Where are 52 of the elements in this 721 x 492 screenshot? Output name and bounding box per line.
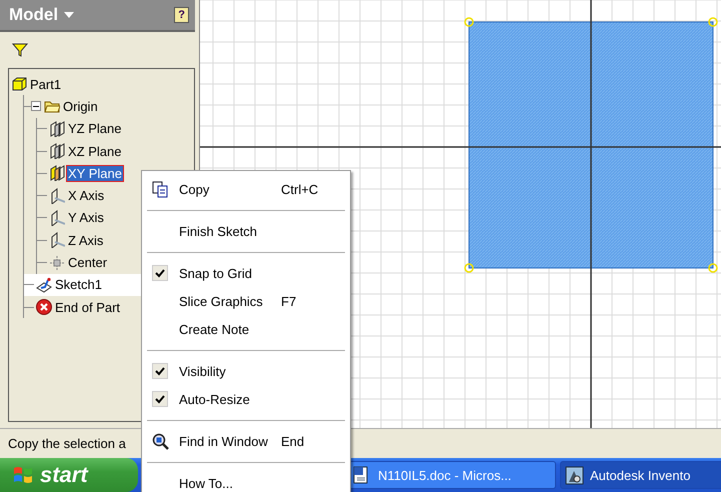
filter-icon[interactable]: [12, 43, 28, 57]
application-icon: [565, 466, 584, 484]
corner-point[interactable]: [708, 17, 718, 27]
check-icon: [155, 394, 165, 404]
menu-item[interactable]: Slice Graphics F7: [145, 287, 347, 315]
corner-point[interactable]: [708, 263, 718, 273]
plane-icon: [49, 165, 65, 182]
menu-item[interactable]: How To...: [145, 469, 347, 492]
taskbar-button[interactable]: N110IL5.doc - Micros...: [348, 461, 556, 489]
menu-item[interactable]: Auto-Resize: [145, 385, 347, 413]
checkbox[interactable]: [152, 391, 168, 407]
menu-item[interactable]: Create Note: [145, 315, 347, 343]
error-icon: [36, 299, 52, 316]
plane-icon: [49, 143, 65, 160]
taskbar-button[interactable]: Autodesk Invento: [560, 461, 721, 489]
tree-item[interactable]: Origin: [62, 98, 99, 114]
point-icon: [49, 254, 65, 271]
tree-item[interactable]: XY Plane: [67, 166, 123, 181]
menu-item[interactable]: Find in Window End: [145, 427, 347, 455]
corner-point[interactable]: [464, 263, 474, 273]
check-icon: [155, 268, 165, 278]
collapse-toggle[interactable]: [31, 101, 41, 112]
tree-item[interactable]: Z Axis: [67, 232, 104, 248]
menu-item[interactable]: Finish Sketch: [145, 217, 347, 245]
dropdown-caret-icon[interactable]: [64, 12, 74, 18]
plane-icon: [49, 120, 65, 137]
copy-icon: [152, 180, 168, 198]
tree-item[interactable]: Y Axis: [67, 210, 105, 226]
help-button[interactable]: ?: [174, 7, 189, 23]
tree-item[interactable]: Part1: [29, 76, 62, 92]
checkbox[interactable]: [152, 363, 168, 379]
tree-item[interactable]: Center: [67, 255, 108, 270]
tree-item[interactable]: X Axis: [67, 188, 106, 204]
search-icon: [152, 432, 168, 450]
checkbox[interactable]: [152, 265, 168, 281]
tree-item[interactable]: Sketch1: [54, 277, 103, 292]
corner-point[interactable]: [464, 17, 474, 27]
part-icon: [11, 76, 27, 92]
menu-item[interactable]: Snap to Grid: [145, 259, 347, 287]
sketch-icon: [36, 276, 52, 293]
status-text: Copy the selection a: [8, 436, 126, 451]
menu-item[interactable]: Copy Ctrl+C: [145, 175, 347, 203]
tree-item[interactable]: End of Part: [54, 300, 122, 315]
windows-logo-icon: [12, 465, 34, 485]
axis-icon: [49, 188, 65, 204]
axis-icon: [49, 232, 65, 248]
tree-item[interactable]: XZ Plane: [67, 144, 122, 159]
menu-item[interactable]: Visibility: [145, 357, 347, 385]
tree-item[interactable]: YZ Plane: [67, 121, 122, 136]
check-icon: [155, 366, 165, 376]
axis-icon: [49, 210, 65, 226]
start-button[interactable]: start: [0, 458, 138, 492]
